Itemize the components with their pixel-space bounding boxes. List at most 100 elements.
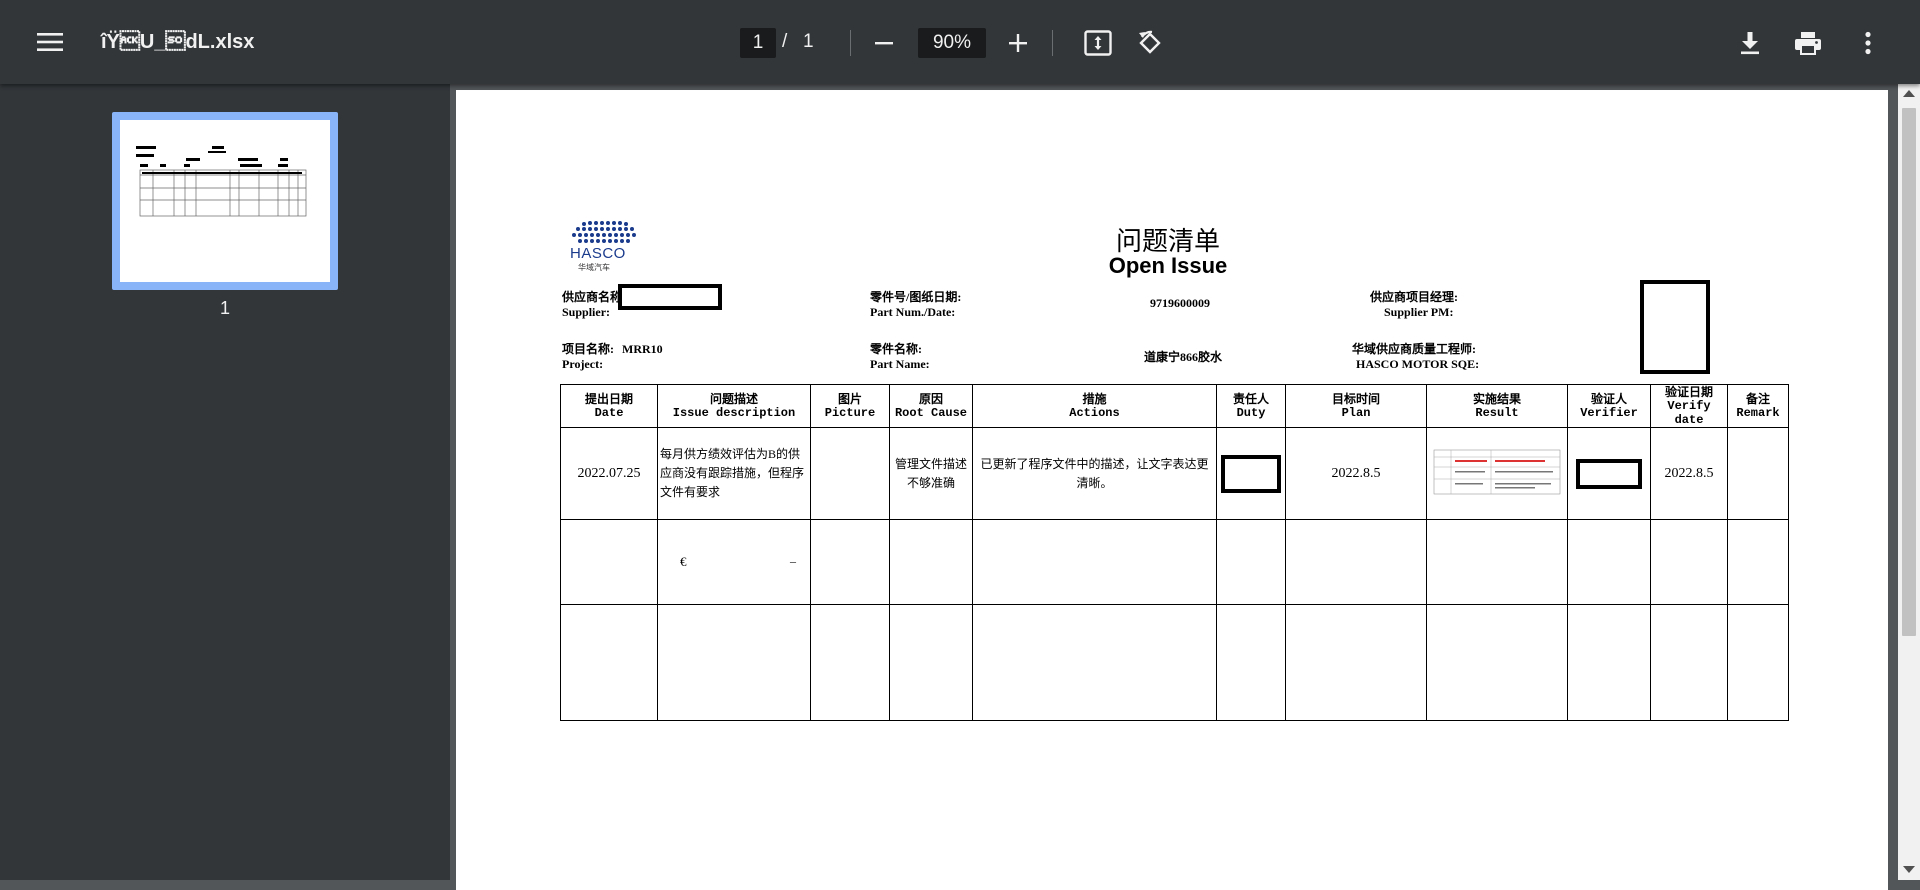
pdf-page: HASCO 华域汽车 问题清单 Open Issue 供应商名称: Suppli… bbox=[456, 90, 1888, 890]
row-remark bbox=[1727, 427, 1789, 520]
row-actions bbox=[972, 604, 1217, 721]
redaction-box bbox=[1221, 454, 1281, 493]
header-plan: 目标时间 Plan bbox=[1285, 384, 1427, 428]
project-label-cn: 项目名称: bbox=[562, 342, 614, 356]
row-remark bbox=[1727, 519, 1789, 605]
row-plan bbox=[1285, 604, 1427, 721]
toolbar-divider bbox=[850, 30, 851, 56]
row-verify-date: 2022.8.5 bbox=[1650, 427, 1728, 520]
row-duty bbox=[1216, 604, 1286, 721]
header-root-cause: 原因 Root Cause bbox=[889, 384, 973, 428]
page-total: 1 bbox=[803, 31, 814, 52]
more-vert-icon[interactable] bbox=[1848, 24, 1888, 62]
partnum-value: 9719600009 bbox=[1150, 296, 1210, 310]
title-en: Open Issue bbox=[1108, 253, 1228, 278]
supplier-label-cn: 供应商名称: bbox=[562, 290, 626, 304]
result-image bbox=[1433, 449, 1561, 494]
partnum-label-en: Part Num./Date: bbox=[870, 305, 956, 319]
header-duty: 责任人 Duty bbox=[1216, 384, 1286, 428]
page-number-input[interactable]: 1 bbox=[740, 28, 776, 58]
row-plan: 2022.8.5 bbox=[1285, 427, 1427, 520]
row-issue bbox=[657, 604, 811, 721]
row-issue-mark-left: € bbox=[680, 554, 687, 569]
project-label-en: Project: bbox=[562, 357, 604, 371]
scroll-down-icon[interactable] bbox=[1903, 866, 1915, 873]
toolbar-divider bbox=[1052, 30, 1053, 56]
row-date bbox=[560, 519, 658, 605]
row-result bbox=[1426, 519, 1568, 605]
row-issue: € – bbox=[657, 519, 811, 605]
row-verifier bbox=[1567, 427, 1651, 520]
scroll-up-icon[interactable] bbox=[1903, 90, 1915, 97]
row-plan bbox=[1285, 519, 1427, 605]
table-row bbox=[560, 604, 1789, 721]
scrollbar-thumb[interactable] bbox=[1902, 108, 1916, 636]
sqe-label-cn: 华域供应商质量工程师: bbox=[1352, 342, 1476, 356]
header-issue: 问题描述 Issue description bbox=[657, 384, 811, 428]
row-date: 2022.07.25 bbox=[560, 427, 658, 520]
pm-label-en: Supplier PM: bbox=[1384, 305, 1454, 319]
header-actions: 措施 Actions bbox=[972, 384, 1217, 428]
row-picture bbox=[810, 427, 890, 520]
toolbar: îŸU_dL.xlsx 1 / 1 90% bbox=[0, 0, 1920, 84]
print-icon[interactable] bbox=[1788, 24, 1828, 62]
row-duty bbox=[1216, 519, 1286, 605]
table-row: 2022.07.25 每月供方绩效评估为B的供应商没有跟踪措施，但程序文件有要求… bbox=[560, 427, 1789, 520]
page-separator: / bbox=[782, 31, 788, 52]
row-result bbox=[1426, 604, 1568, 721]
sqe-label-en: HASCO MOTOR SQE: bbox=[1356, 357, 1480, 371]
menu-icon[interactable] bbox=[30, 22, 70, 62]
zoom-level-input[interactable]: 90% bbox=[918, 28, 986, 58]
project-value: MRR10 bbox=[622, 342, 663, 356]
thumbnail-page-number: 1 bbox=[219, 298, 230, 318]
zoom-in-icon[interactable] bbox=[1000, 26, 1036, 60]
logo-subtext: 华域汽车 bbox=[578, 263, 610, 272]
page-thumbnail[interactable] bbox=[112, 112, 338, 290]
document-viewer[interactable]: HASCO 华域汽车 问题清单 Open Issue 供应商名称: Suppli… bbox=[450, 84, 1898, 890]
row-root-cause: 管理文件描述不够准确 bbox=[889, 427, 973, 520]
issue-table: 提出日期 Date 问题描述 Issue description 图片 Picture… bbox=[560, 384, 1789, 721]
row-picture bbox=[810, 519, 890, 605]
row-result bbox=[1426, 427, 1568, 520]
header-result: 实施结果 Result bbox=[1426, 384, 1568, 428]
vertical-scrollbar[interactable] bbox=[1898, 84, 1920, 880]
row-date bbox=[560, 604, 658, 721]
redaction-box bbox=[1640, 280, 1710, 374]
supplier-label-en: Supplier: bbox=[562, 305, 611, 319]
header-picture: 图片 Picture bbox=[810, 384, 890, 428]
logo-text: HASCO bbox=[570, 245, 626, 262]
rotate-icon[interactable] bbox=[1130, 24, 1170, 62]
row-issue-mark-right: – bbox=[790, 554, 796, 568]
row-issue: 每月供方绩效评估为B的供应商没有跟踪措施，但程序文件有要求 bbox=[657, 427, 811, 520]
zoom-out-icon[interactable] bbox=[866, 26, 902, 60]
partname-label-cn: 零件名称: bbox=[870, 342, 922, 356]
table-row: € – bbox=[560, 519, 1789, 605]
header-verifier: 验证人 Verifier bbox=[1567, 384, 1651, 428]
pm-label-cn: 供应商项目经理: bbox=[1370, 290, 1458, 304]
row-duty bbox=[1216, 427, 1286, 520]
header-remark: 备注 Remark bbox=[1727, 384, 1789, 428]
fit-page-icon[interactable] bbox=[1078, 24, 1118, 62]
row-verify-date bbox=[1650, 519, 1728, 605]
row-verifier bbox=[1567, 519, 1651, 605]
document-filename: îŸU_dL.xlsx bbox=[101, 31, 255, 53]
row-actions bbox=[972, 519, 1217, 605]
partname-label-en: Part Name: bbox=[870, 357, 930, 371]
partname-value: 道康宁866胶水 bbox=[1144, 350, 1223, 364]
row-verifier bbox=[1567, 604, 1651, 721]
row-root-cause bbox=[889, 519, 973, 605]
header-date: 提出日期 Date bbox=[560, 384, 658, 428]
table-header-row: 提出日期 Date 问题描述 Issue description 图片 Picture… bbox=[560, 384, 1789, 428]
redaction-box bbox=[618, 284, 722, 310]
thumbnail-sidebar: 1 bbox=[0, 84, 450, 880]
row-remark bbox=[1727, 604, 1789, 721]
redaction-box bbox=[1576, 458, 1642, 489]
row-picture bbox=[810, 604, 890, 721]
download-icon[interactable] bbox=[1730, 24, 1770, 62]
hasco-logo: HASCO 华域汽车 bbox=[566, 220, 646, 274]
partnum-label-cn: 零件号/图纸日期: bbox=[870, 290, 962, 304]
row-verify-date bbox=[1650, 604, 1728, 721]
row-root-cause bbox=[889, 604, 973, 721]
header-verify-date: 验证日期 Verify date bbox=[1650, 384, 1728, 428]
row-actions: 已更新了程序文件中的描述，让文字表达更清晰。 bbox=[972, 427, 1217, 520]
